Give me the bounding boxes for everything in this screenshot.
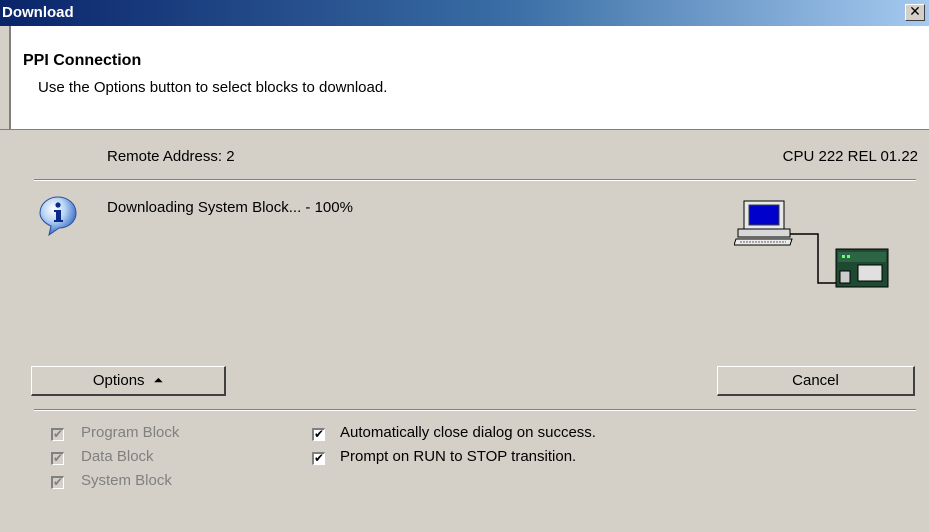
address-divider [34, 179, 916, 181]
system-block-label: System Block [81, 472, 172, 489]
cpu-info: CPU 222 REL 01.22 [782, 148, 918, 165]
program-block-label: Program Block [81, 424, 180, 441]
program-block-checkbox: ✔ [51, 427, 64, 441]
header-divider [0, 129, 929, 130]
header-panel: PPI Connection Use the Options button to… [9, 26, 929, 130]
options-button[interactable]: Options ⏶ [31, 366, 226, 396]
remote-address: Remote Address: 2 [107, 148, 235, 165]
cancel-button[interactable]: Cancel [717, 366, 915, 396]
data-block-checkbox: ✔ [51, 451, 64, 465]
header-title: PPI Connection [23, 52, 142, 69]
pc-to-plc-connection-icon [734, 200, 889, 288]
prompt-run-stop-checkbox[interactable]: ✔ [312, 452, 325, 465]
data-block-label: Data Block [81, 448, 154, 465]
auto-close-label[interactable]: Automatically close dialog on success. [340, 424, 596, 441]
title-bar: Download ✕ [0, 0, 929, 26]
collapse-arrow-icon: ⏶ [153, 373, 164, 387]
close-button[interactable]: ✕ [905, 4, 925, 21]
options-label: Options [92, 372, 145, 389]
info-icon [39, 196, 77, 237]
auto-close-checkbox[interactable]: ✔ [312, 428, 325, 441]
header-subtitle: Use the Options button to select blocks … [38, 79, 388, 96]
status-message: Downloading System Block... - 100% [107, 199, 353, 216]
window-title: Download [2, 4, 74, 21]
system-block-checkbox: ✔ [51, 475, 64, 489]
options-divider [34, 409, 916, 411]
close-icon: ✕ [909, 4, 921, 20]
cancel-label: Cancel [792, 372, 839, 389]
prompt-run-stop-label[interactable]: Prompt on RUN to STOP transition. [340, 448, 576, 465]
